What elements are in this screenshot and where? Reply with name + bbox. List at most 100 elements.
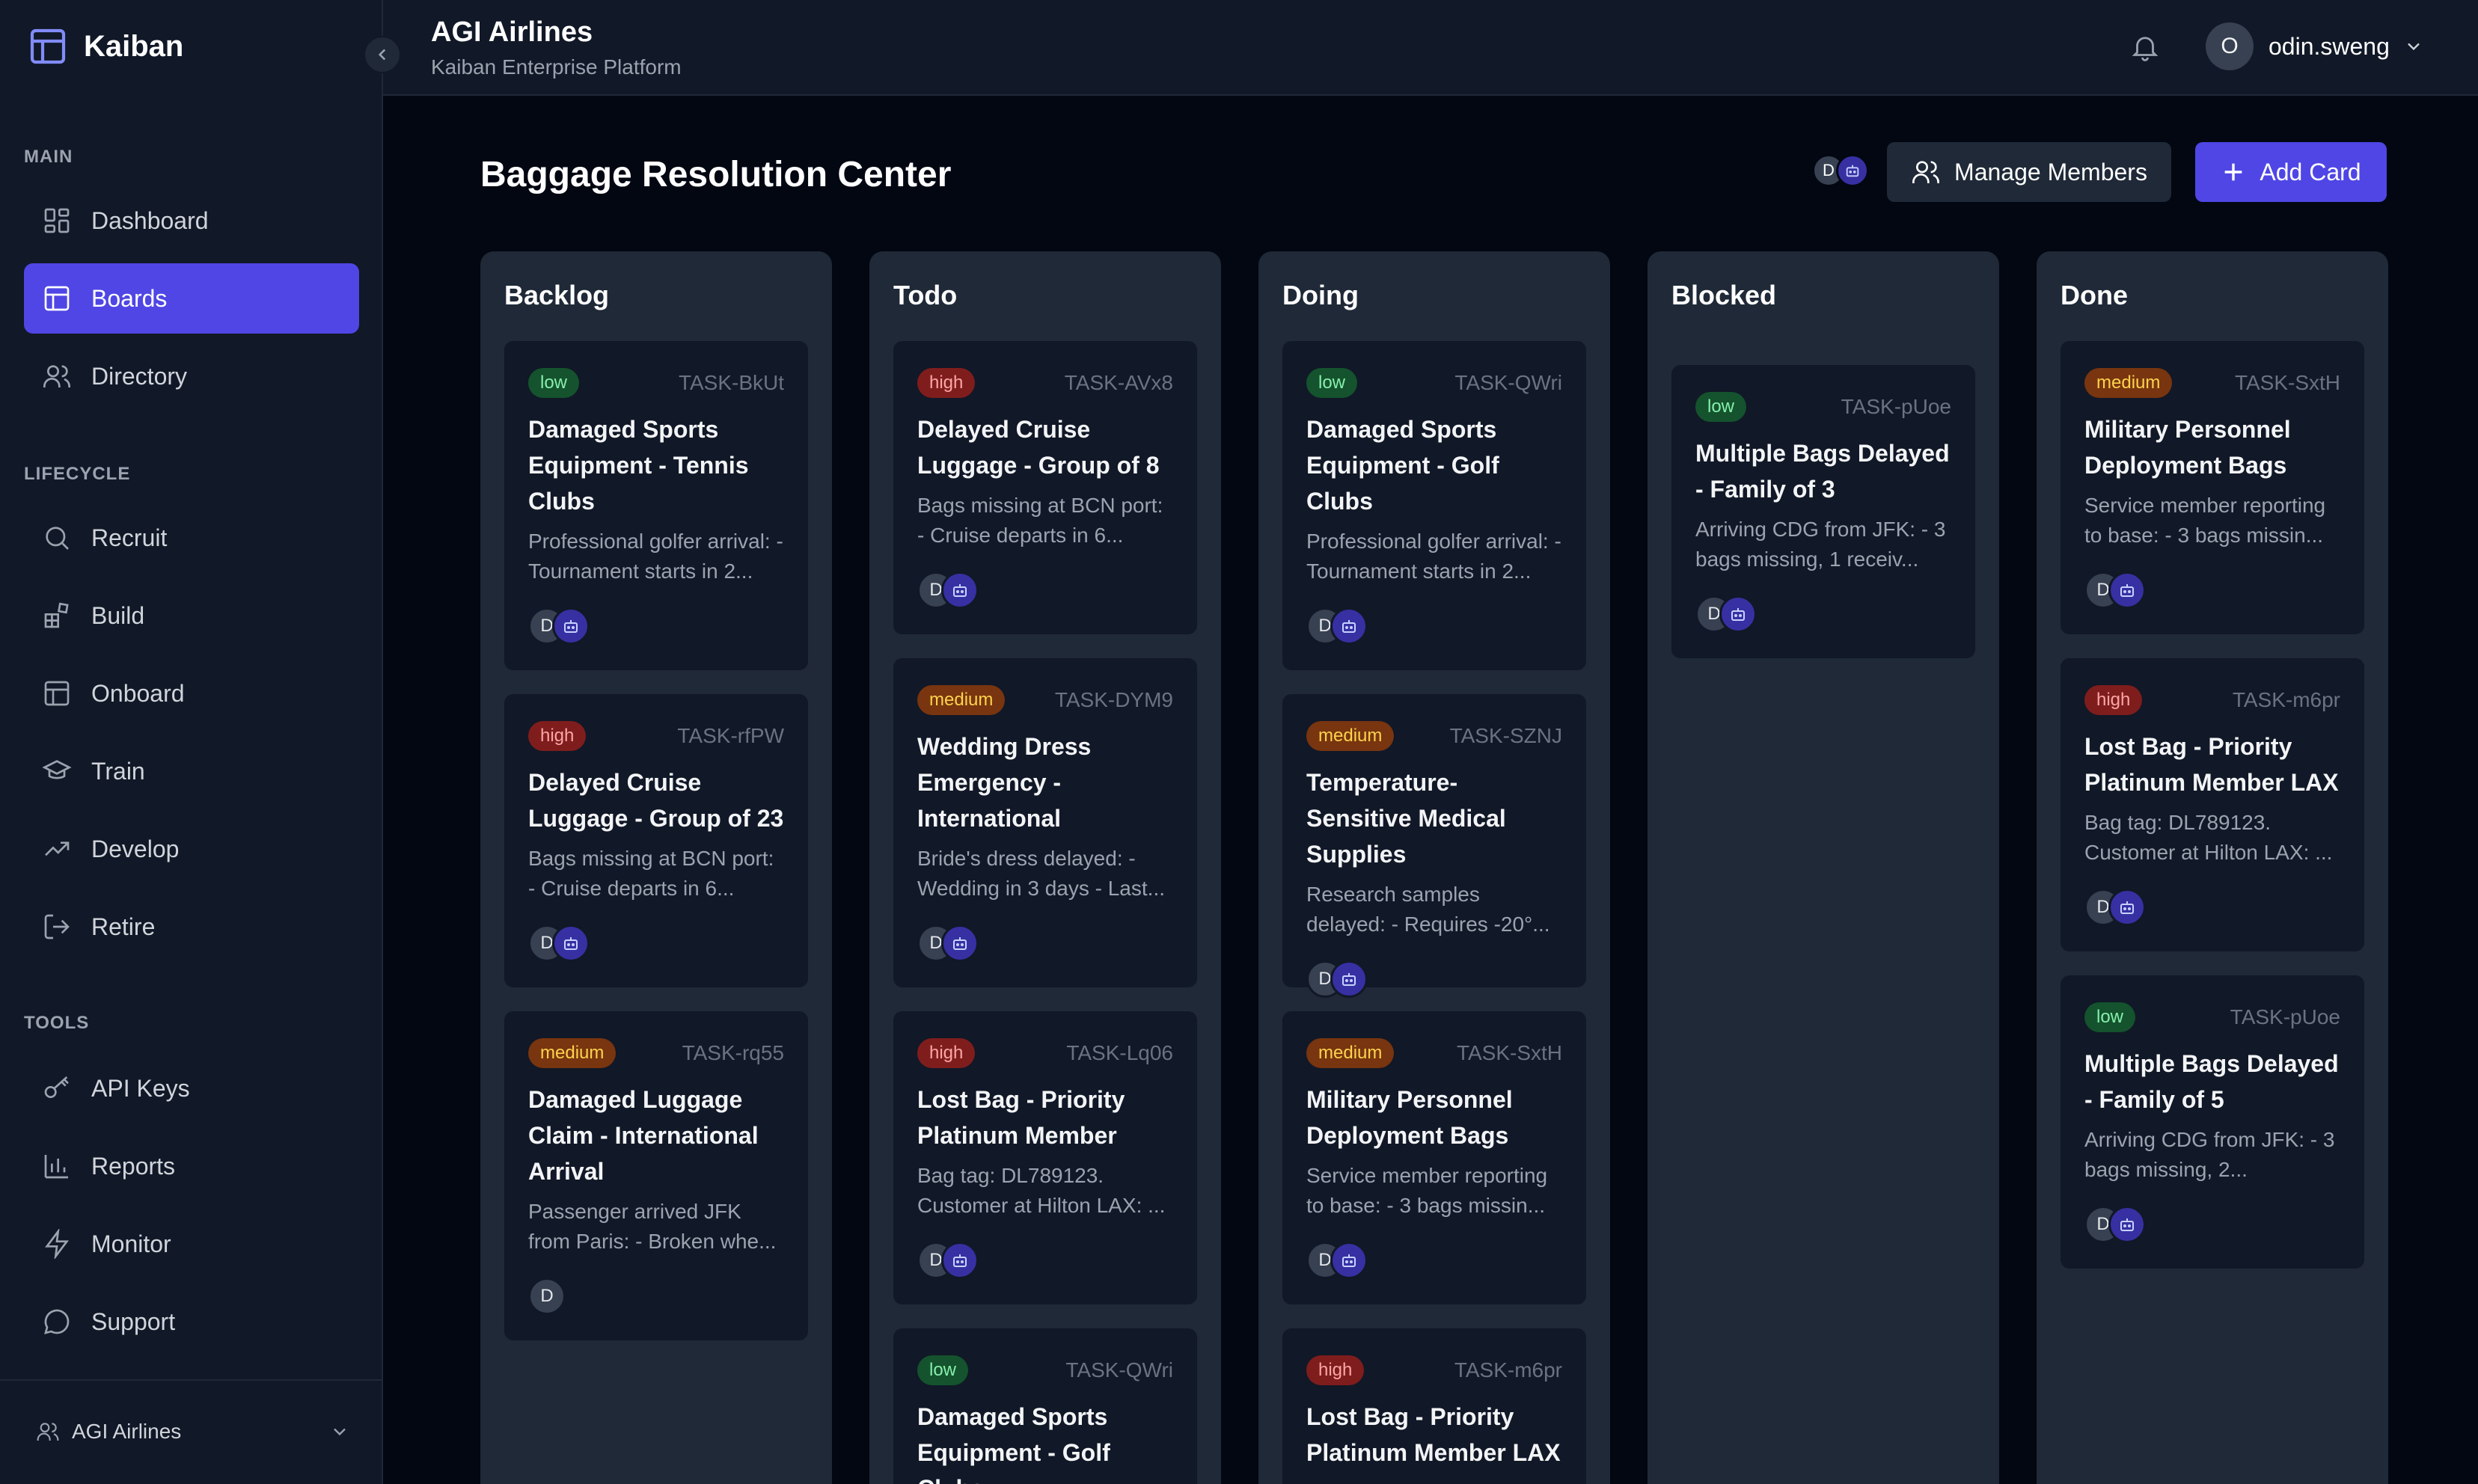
nav-reports[interactable]: Reports [24,1131,359,1201]
blocks-icon [44,602,69,628]
nav-onboard[interactable]: Onboard [24,658,359,729]
nav-boards[interactable]: Boards [24,263,359,334]
bell-icon[interactable] [2129,31,2161,63]
task-card[interactable]: high TASK-AVx8 Delayed Cruise Luggage - G… [893,341,1197,634]
bot-icon [953,937,967,950]
task-card[interactable]: low TASK-BkUt Damaged Sports Equipment - … [504,341,808,670]
avatar [2108,571,2146,609]
task-id: TASK-pUoe [1841,395,1951,418]
avatar [1719,595,1757,633]
column-doing: Doing low TASK-QWri Damaged Sports Equipm… [1258,251,1610,1484]
task-card[interactable]: medium TASK-SxtH Military Personnel Deplo… [1282,1011,1586,1304]
log-out-icon [44,914,70,939]
priority-badge: high [2084,685,2143,715]
bot-icon [2120,1218,2134,1231]
task-id: TASK-SZNJ [1449,724,1562,747]
nav-recruit[interactable]: Recruit [24,503,359,573]
avatar [1330,1242,1368,1279]
priority-badge: medium [1306,1038,1395,1068]
task-card[interactable]: low TASK-pUoe Multiple Bags Delayed - Fam… [2061,975,2364,1269]
nav-monitor[interactable]: Monitor [24,1209,359,1279]
card-title: Damaged Sports Equipment - Golf Clubs [917,1403,1110,1484]
nav-dashboard[interactable]: Dashboard [24,186,359,256]
task-card[interactable]: low TASK-QWri Damaged Sports Equipment - … [893,1328,1197,1484]
bot-icon [564,620,578,633]
card-description: Service member reporting to base: - 3 ba… [1306,1164,1548,1217]
column-done: Done medium TASK-SxtH Military Personnel … [2037,251,2388,1484]
card-description: Service member reporting to base: - 3 ba… [2084,494,2326,547]
task-id: TASK-rfPW [677,724,784,747]
nav-support[interactable]: Support [24,1287,359,1357]
task-id: TASK-SxtH [1456,1041,1562,1064]
priority-badge: low [917,1355,969,1385]
task-id: TASK-BkUt [678,371,784,394]
boards-icon [44,286,70,311]
org-switcher[interactable]: AGI Airlines [36,1420,350,1444]
sidebar: Kaiban MAIN Dashboard Boards Directory L… [0,0,383,1484]
card-title: Damaged Sports Equipment - Golf Clubs [1306,416,1499,515]
user-menu[interactable]: O odin.sweng [2206,22,2424,70]
task-card[interactable]: low TASK-QWri Damaged Sports Equipment - … [1282,341,1586,670]
users-icon [43,365,70,387]
avatar [1836,154,1869,187]
top-header: AGI Airlines Kaiban Enterprise Platform … [383,0,2478,96]
task-card[interactable]: medium TASK-rq55 Damaged Luggage Claim - … [504,1011,808,1340]
brand[interactable]: Kaiban [27,25,183,67]
task-id: TASK-QWri [1454,371,1562,394]
task-card[interactable]: high TASK-m6pr Lost Bag - Priority Platin… [2061,658,2364,951]
nav-train[interactable]: Train [24,736,359,806]
collapse-sidebar-button[interactable] [364,36,401,73]
nav-api-keys[interactable]: API Keys [24,1053,359,1123]
org-name: AGI Airlines [72,1420,182,1443]
card-title: Military Personnel Deployment Bags [2084,416,2291,479]
task-card[interactable]: medium TASK-SZNJ Temperature-Sensitive Me… [1282,694,1586,998]
avatar [1330,960,1368,998]
task-card[interactable]: medium TASK-SxtH Military Personnel Deplo… [2061,341,2364,634]
priority-badge: medium [528,1038,617,1068]
search-icon [46,527,69,550]
priority-badge: low [1695,392,1747,422]
task-card[interactable]: high TASK-Lq06 Lost Bag - Priority Platin… [893,1011,1197,1304]
card-description: Research samples delayed: - Requires -20… [1306,883,1550,936]
nav-directory[interactable]: Directory [24,341,359,411]
card-description: Bag tag: DL789123. Customer at Hilton LA… [917,1164,1166,1217]
board-members[interactable]: D [1812,154,1869,187]
add-card-button[interactable]: Add Card [2195,142,2387,202]
nav-recruit-label: Recruit [91,524,168,551]
manage-members-button[interactable]: Manage Members [1887,142,2171,202]
task-card[interactable]: high TASK-m6pr Lost Bag - Priority Platin… [1282,1328,1586,1484]
nav-retire-label: Retire [91,913,156,940]
card-assignees: D [1306,1242,1562,1279]
chevron-down-icon [334,1428,346,1436]
card-title: Damaged Sports Equipment - Tennis Clubs [528,416,749,515]
task-card[interactable]: low TASK-pUoe Multiple Bags Delayed - Fam… [1671,365,1975,658]
card-title: Lost Bag - Priority Platinum Member LAX [1306,1403,1561,1466]
nav-develop[interactable]: Develop [24,814,359,884]
nav-retire[interactable]: Retire [24,892,359,962]
avatar: D [528,1278,566,1315]
nav-build[interactable]: Build [24,580,359,651]
column-backlog: Backlog low TASK-BkUt Damaged Sports Equi… [480,251,832,1484]
task-card[interactable]: medium TASK-DYM9 Wedding Dress Emergency … [893,658,1197,987]
user-avatar: O [2206,22,2254,70]
zap-icon [45,1229,69,1259]
avatar [552,607,590,645]
bot-icon [2120,584,2134,597]
priority-badge: low [528,368,580,398]
nav-train-label: Train [91,757,145,785]
task-id: TASK-QWri [1065,1358,1173,1382]
trending-up-icon [45,841,70,856]
bot-icon [953,1254,967,1267]
card-description: Passenger arrived JFK from Paris: - Brok… [528,1200,777,1253]
nav-directory-label: Directory [91,362,188,390]
bot-icon [1846,165,1859,177]
column-title: Done [2061,280,2128,310]
section-label-lifecycle: LIFECYCLE [24,464,131,484]
task-card[interactable]: high TASK-rfPW Delayed Cruise Luggage - G… [504,694,808,987]
avatar [941,571,979,609]
bot-icon [564,937,578,950]
chevron-down-icon [2408,43,2420,51]
avatar [1330,607,1368,645]
card-assignees: D [528,1278,784,1315]
card-description: Arriving CDG from JFK: - 3 bags missing,… [2084,1128,2335,1181]
